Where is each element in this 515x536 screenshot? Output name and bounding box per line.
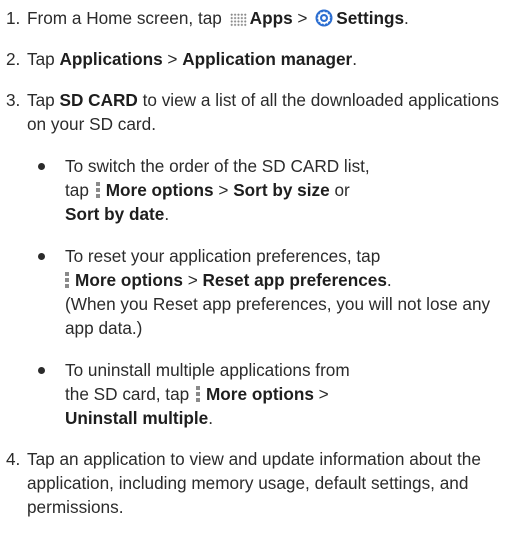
bullet-text: or (334, 180, 350, 200)
step-2: 2. Tap Applications > Application manage… (6, 47, 511, 71)
bullet-text: To switch the order of the SD CARD list, (65, 156, 370, 176)
step-number: 2. (6, 49, 21, 69)
period: . (164, 204, 170, 224)
bullet-text: tap (65, 180, 89, 200)
reset-app-preferences-label: Reset app preferences (202, 270, 387, 290)
step-text: Tap (27, 90, 55, 110)
uninstall-multiple-label: Uninstall multiple (65, 408, 209, 428)
more-options-label: More options (105, 180, 214, 200)
more-options-label: More options (205, 384, 314, 404)
bullet-sort-order: To switch the order of the SD CARD list,… (32, 154, 511, 226)
bullet-dot (38, 253, 45, 260)
more-options-icon (195, 386, 200, 402)
step-text: Tap an application to view and update in… (27, 449, 481, 517)
step-number: 3. (6, 90, 21, 110)
bullet-text: the SD card, tap (65, 384, 190, 404)
step-3: 3. Tap SD CARD to view a list of all the… (6, 88, 511, 430)
bullet-text: To reset your application preferences, t… (65, 246, 381, 266)
sd-card-label: SD CARD (59, 90, 138, 110)
application-manager-label: Application manager (182, 49, 353, 69)
step-number: 4. (6, 449, 21, 469)
period: . (386, 270, 392, 290)
sort-by-date-label: Sort by date (65, 204, 165, 224)
apps-grid-icon (229, 13, 247, 27)
separator: > (318, 384, 329, 404)
bullet-reset-preferences: To reset your application preferences, t… (32, 244, 511, 340)
step-1: 1. From a Home screen, tap Apps > Settin… (6, 6, 511, 30)
sort-by-size-label: Sort by size (233, 180, 330, 200)
step-text: Tap (27, 49, 55, 69)
step-number: 1. (6, 8, 21, 28)
bullet-note: (When you Reset app preferences, you wil… (65, 294, 491, 338)
period: . (404, 8, 409, 28)
instructions-document: 1. From a Home screen, tap Apps > Settin… (6, 6, 511, 536)
applications-label: Applications (59, 49, 163, 69)
settings-label: Settings (336, 8, 405, 28)
more-options-icon (95, 182, 100, 198)
more-options-icon (65, 272, 69, 288)
apps-label: Apps (249, 8, 293, 28)
settings-gear-icon (315, 9, 333, 27)
period: . (208, 408, 214, 428)
separator: > (297, 8, 308, 28)
more-options-label: More options (75, 270, 183, 290)
sub-options-list: To switch the order of the SD CARD list,… (27, 154, 511, 430)
bullet-text: To uninstall multiple applications from (65, 360, 350, 380)
separator: > (167, 49, 178, 69)
period: . (352, 49, 358, 69)
separator: > (218, 180, 229, 200)
bullet-uninstall-multiple: To uninstall multiple applications from … (32, 358, 511, 430)
separator: > (187, 270, 198, 290)
bullet-dot (38, 163, 45, 170)
bullet-dot (38, 367, 45, 374)
step-4: 4. Tap an application to view and update… (6, 447, 511, 519)
step-text: From a Home screen, tap (27, 8, 222, 28)
